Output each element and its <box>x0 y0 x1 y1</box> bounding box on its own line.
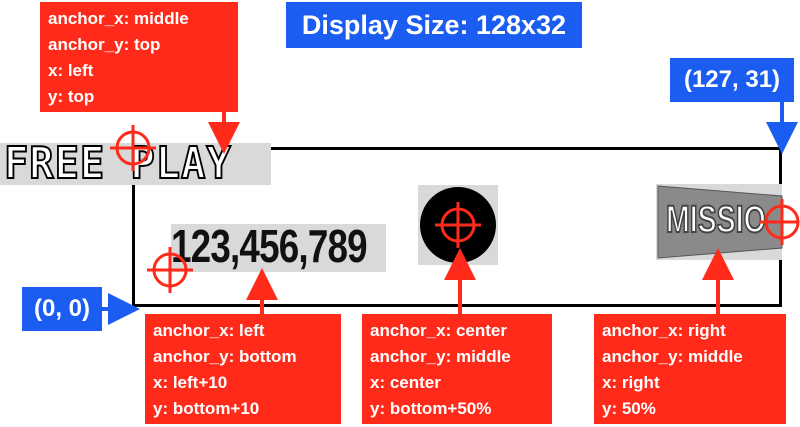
target-icon-top-left <box>110 125 156 171</box>
target-icon-right <box>759 199 800 245</box>
annotation-overlay <box>102 102 800 325</box>
target-icon-bottom-left <box>147 247 193 293</box>
target-icon-center <box>435 202 481 248</box>
